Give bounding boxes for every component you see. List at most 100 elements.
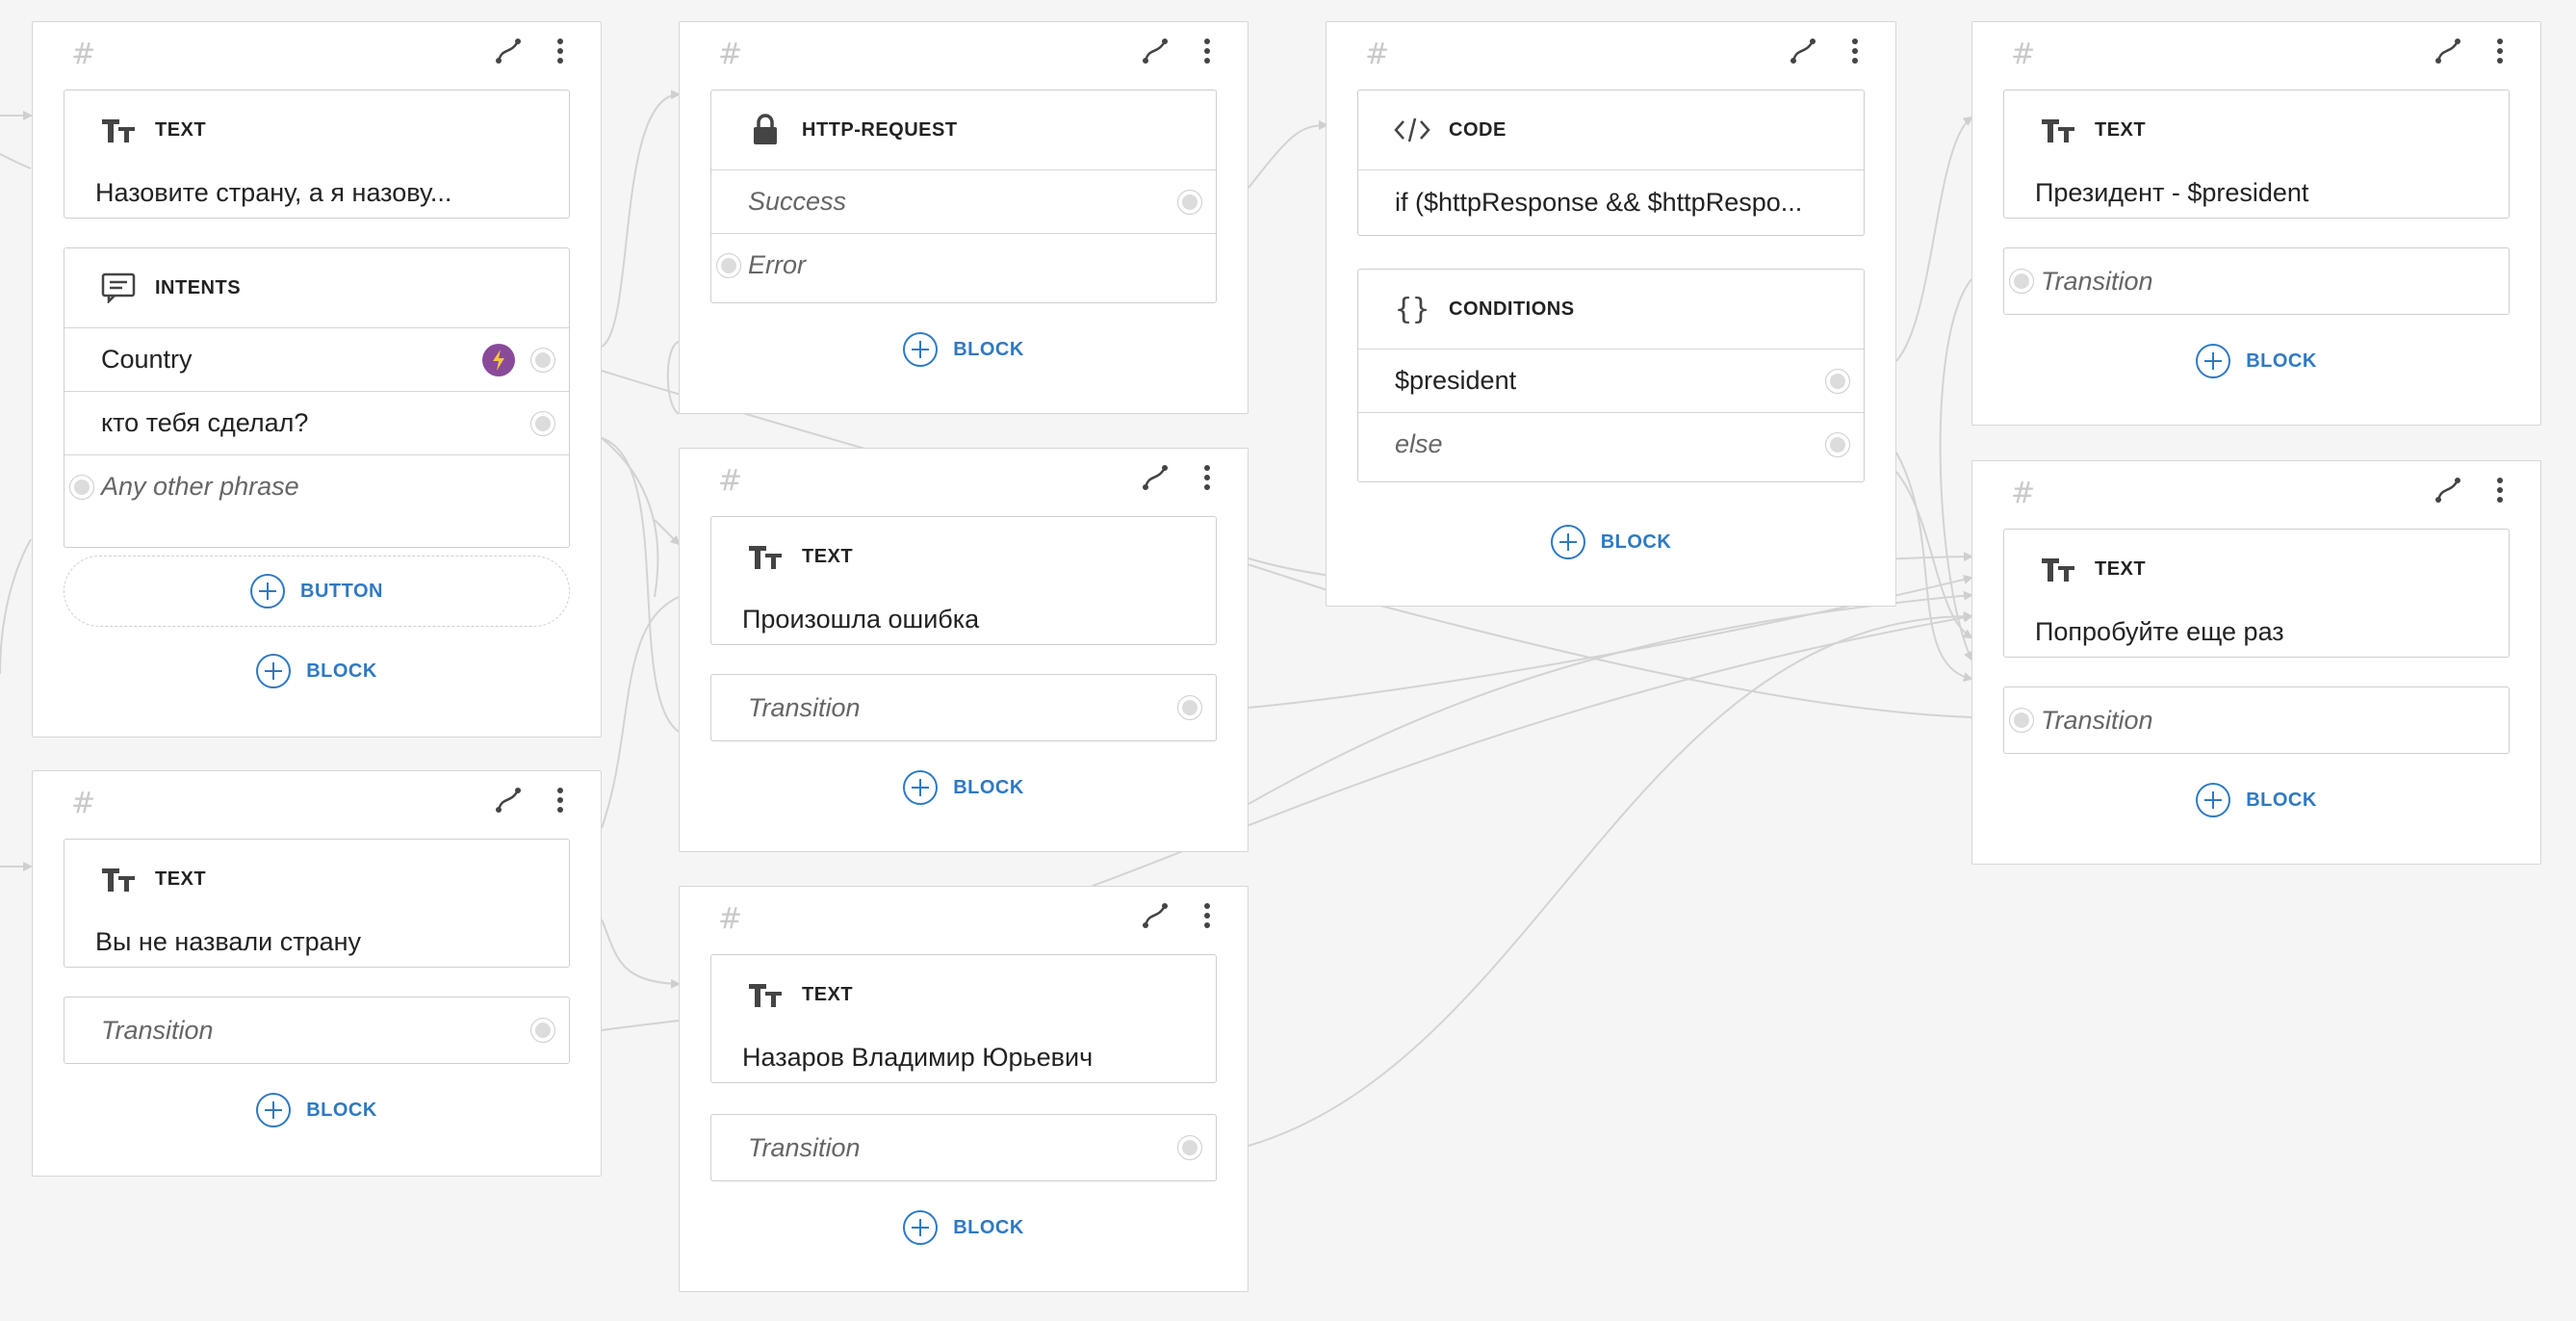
condition-label: else xyxy=(1395,429,1443,458)
screen-hash: # xyxy=(2011,477,2036,510)
plus-icon xyxy=(256,1093,292,1127)
add-button-button[interactable]: BUTTON xyxy=(64,556,570,627)
transition-row[interactable]: Transition xyxy=(710,1114,1217,1181)
text-type-icon xyxy=(746,537,785,576)
braces-icon: {} xyxy=(1394,292,1430,326)
screen-tools xyxy=(1140,462,1223,493)
more-menu-icon[interactable] xyxy=(545,36,576,66)
more-menu-icon[interactable] xyxy=(545,785,576,816)
output-port[interactable] xyxy=(1825,431,1850,457)
screen-tools xyxy=(493,785,576,816)
transition-link-icon[interactable] xyxy=(1788,36,1818,66)
more-menu-icon[interactable] xyxy=(1192,36,1223,66)
intent-row[interactable]: Country xyxy=(64,327,569,391)
text-block[interactable]: TEXT Президент - $president xyxy=(2003,90,2510,219)
add-block-button[interactable]: BLOCK xyxy=(1327,525,1895,559)
add-block-label: BLOCK xyxy=(953,1216,1024,1238)
text-block[interactable]: TEXT Вы не назвали страну xyxy=(64,839,570,968)
screen-retry[interactable]: # TEXT Попробуйте еще раз Transition BLO… xyxy=(1971,460,2541,865)
add-block-button[interactable]: BLOCK xyxy=(680,1210,1248,1245)
add-block-label: BLOCK xyxy=(953,338,1024,360)
add-block-button[interactable]: BLOCK xyxy=(680,332,1248,367)
transition-link-icon[interactable] xyxy=(493,785,524,816)
intent-label: Country xyxy=(101,345,193,374)
output-port[interactable] xyxy=(530,347,555,373)
fallback-row[interactable]: Any other phrase xyxy=(64,454,569,518)
text-block[interactable]: TEXT Назаров Владимир Юрьевич xyxy=(710,954,1217,1083)
output-port[interactable] xyxy=(1177,1135,1202,1160)
block-type-label: TEXT xyxy=(155,868,207,890)
http-request-block[interactable]: HTTP-REQUEST Success Error xyxy=(710,90,1217,303)
output-port[interactable] xyxy=(1177,189,1202,215)
output-port[interactable] xyxy=(716,252,741,278)
output-port[interactable] xyxy=(1825,368,1850,394)
screen-hash: # xyxy=(718,464,743,498)
screen-code[interactable]: # CODE if ($httpResponse && $httpRespo..… xyxy=(1326,21,1896,607)
screen-creator[interactable]: # TEXT Назаров Владимир Юрьевич Transiti… xyxy=(679,886,1249,1292)
block-type-label: TEXT xyxy=(802,545,854,567)
screen-president[interactable]: # TEXT Президент - $president Transition… xyxy=(1971,21,2541,426)
code-text: if ($httpResponse && $httpRespo... xyxy=(1395,188,1803,217)
block-type-label: HTTP-REQUEST xyxy=(802,118,958,141)
transition-link-icon[interactable] xyxy=(1140,900,1171,931)
screen-start[interactable]: # TEXT Назовите страну, а я назову... IN… xyxy=(32,21,602,738)
code-line[interactable]: if ($httpResponse && $httpRespo... xyxy=(1358,169,1864,235)
transition-link-icon[interactable] xyxy=(2433,36,2463,66)
transition-link-icon[interactable] xyxy=(493,36,524,66)
text-type-icon xyxy=(99,860,138,898)
screen-no-country[interactable]: # TEXT Вы не назвали страну Transition B… xyxy=(32,770,602,1177)
condition-row[interactable]: $president xyxy=(1358,349,1864,412)
transition-link-icon[interactable] xyxy=(1140,36,1171,66)
transition-row[interactable]: Transition xyxy=(710,674,1217,741)
more-menu-icon[interactable] xyxy=(1840,36,1870,66)
transition-label: Transition xyxy=(748,1132,861,1162)
input-port[interactable] xyxy=(2009,269,2034,294)
screen-http[interactable]: # HTTP-REQUEST Success Error BLOCK xyxy=(679,21,1249,414)
add-block-button[interactable]: BLOCK xyxy=(1972,344,2540,378)
input-port[interactable] xyxy=(2009,708,2034,733)
more-menu-icon[interactable] xyxy=(2485,36,2515,66)
code-icon xyxy=(1393,111,1431,149)
transition-link-icon[interactable] xyxy=(2433,475,2463,505)
output-port[interactable] xyxy=(69,474,94,500)
text-type-icon xyxy=(2039,550,2077,588)
success-row[interactable]: Success xyxy=(711,169,1216,233)
plus-icon xyxy=(256,654,292,688)
add-block-label: BLOCK xyxy=(306,660,377,682)
transition-row[interactable]: Transition xyxy=(2003,247,2510,315)
add-block-label: BLOCK xyxy=(2246,789,2317,811)
more-menu-icon[interactable] xyxy=(1192,900,1223,931)
screen-hash: # xyxy=(718,38,743,71)
screen-tools xyxy=(1788,36,1870,66)
block-text: Назовите страну, а я назову... xyxy=(95,178,452,207)
output-port[interactable] xyxy=(530,410,555,436)
intent-row[interactable]: кто тебя сделал? xyxy=(64,391,569,454)
output-port[interactable] xyxy=(1177,695,1202,720)
transition-row[interactable]: Transition xyxy=(2003,686,2510,754)
add-button-label: BUTTON xyxy=(300,580,383,602)
transition-link-icon[interactable] xyxy=(1140,462,1171,493)
conditions-block[interactable]: {} CONDITIONS $president else xyxy=(1357,269,1865,482)
output-port[interactable] xyxy=(530,1018,555,1043)
lightning-icon[interactable] xyxy=(482,343,515,376)
transition-row[interactable]: Transition xyxy=(64,997,570,1064)
error-label: Error xyxy=(748,250,806,279)
add-block-button[interactable]: BLOCK xyxy=(680,770,1248,805)
text-block[interactable]: TEXT Назовите страну, а я назову... xyxy=(64,90,570,219)
intents-block[interactable]: INTENTS Country кто тебя сделал? Any oth… xyxy=(64,247,570,548)
block-type-label: CONDITIONS xyxy=(1449,298,1575,320)
text-block[interactable]: TEXT Произошла ошибка xyxy=(710,516,1217,645)
plus-icon xyxy=(1550,525,1585,559)
more-menu-icon[interactable] xyxy=(2485,475,2515,505)
code-block[interactable]: CODE if ($httpResponse && $httpRespo... xyxy=(1357,90,1865,236)
screen-error[interactable]: # TEXT Произошла ошибка Transition BLOCK xyxy=(679,448,1249,852)
text-block[interactable]: TEXT Попробуйте еще раз xyxy=(2003,529,2510,658)
text-type-icon xyxy=(2039,111,2077,149)
add-block-button[interactable]: BLOCK xyxy=(1972,783,2540,817)
block-text: Попробуйте еще раз xyxy=(2035,617,2284,646)
condition-else-row[interactable]: else xyxy=(1358,412,1864,476)
add-block-button[interactable]: BLOCK xyxy=(33,654,601,688)
error-row[interactable]: Error xyxy=(711,233,1216,297)
add-block-button[interactable]: BLOCK xyxy=(33,1093,601,1127)
more-menu-icon[interactable] xyxy=(1192,462,1223,493)
